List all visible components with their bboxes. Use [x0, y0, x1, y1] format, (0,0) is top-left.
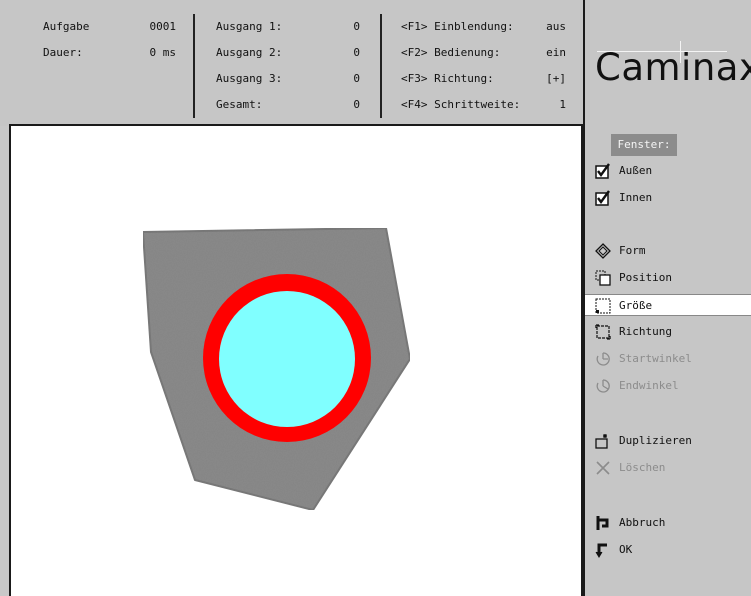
- ausgang1-value: 0: [353, 20, 360, 33]
- end-angle-icon: [596, 379, 610, 393]
- tool-form[interactable]: Form: [585, 240, 751, 262]
- ausgang2-label: Ausgang 2:: [216, 46, 283, 59]
- checkbox-innen[interactable]: Innen: [585, 187, 751, 209]
- abbruch-label: Abbruch: [619, 516, 666, 529]
- logo-panel: Caminax: [583, 0, 751, 126]
- rotate-frame-icon: [595, 324, 611, 340]
- gesamt-label: Gesamt:: [216, 98, 263, 111]
- cancel-return-icon: [596, 516, 609, 530]
- f2-label: <F2> Bedienung:: [401, 46, 501, 59]
- tool-endwinkel[interactable]: Endwinkel: [585, 375, 751, 397]
- ausgang1-label: Ausgang 1:: [216, 20, 283, 33]
- ok-label: OK: [619, 543, 633, 556]
- inspection-image: [142, 227, 411, 511]
- dauer-value: 0 ms: [149, 46, 177, 59]
- f4-value: 1: [559, 98, 566, 111]
- logo-crosshair-vertical: [680, 41, 681, 63]
- startwinkel-label: Startwinkel: [619, 352, 692, 365]
- header-separator-1: [193, 14, 195, 118]
- logo-crosshair-horizontal: [597, 51, 727, 52]
- abbruch-button[interactable]: Abbruch: [585, 512, 751, 534]
- richtung-label: Richtung: [619, 325, 672, 338]
- duplicate-icon: [595, 434, 608, 449]
- tool-startwinkel[interactable]: Startwinkel: [585, 348, 751, 370]
- f2-value: ein: [546, 46, 566, 59]
- loeschen-button[interactable]: Löschen: [585, 457, 751, 479]
- f4-label: <F4> Schrittweite:: [401, 98, 521, 111]
- duplizieren-button[interactable]: Duplizieren: [585, 430, 751, 452]
- aussen-label: Außen: [619, 164, 653, 177]
- delete-x-icon: [596, 461, 610, 475]
- tool-panel: Fenster: Außen Innen Form Position Größe…: [583, 126, 751, 596]
- inspection-image-canvas[interactable]: [9, 126, 583, 596]
- header-separator-2: [380, 14, 382, 118]
- f1-value: aus: [546, 20, 566, 33]
- aufgabe-value: 0001: [149, 20, 177, 33]
- start-angle-icon: [596, 352, 610, 366]
- f3-label: <F3> Richtung:: [401, 72, 494, 85]
- f3-value: [+]: [546, 72, 566, 85]
- tool-richtung[interactable]: Richtung: [585, 321, 751, 343]
- dauer-label: Dauer:: [43, 46, 83, 59]
- form-label: Form: [619, 244, 646, 257]
- groesse-label: Größe: [619, 299, 653, 312]
- duplizieren-label: Duplizieren: [619, 434, 692, 447]
- checkbox-checked-icon: [595, 190, 610, 206]
- aufgabe-label: Aufgabe: [43, 20, 90, 33]
- ok-return-icon: [595, 543, 607, 558]
- tool-position[interactable]: Position: [585, 267, 751, 289]
- move-frame-icon: [595, 270, 611, 286]
- caminax-logo: Caminax: [595, 46, 751, 89]
- checkbox-aussen[interactable]: Außen: [585, 160, 751, 182]
- gesamt-value: 0: [353, 98, 360, 111]
- innen-label: Innen: [619, 191, 653, 204]
- checkbox-checked-icon: [595, 163, 610, 179]
- inner-window-circle[interactable]: [219, 291, 355, 427]
- fenster-header: Fenster:: [611, 134, 677, 156]
- ausgang2-value: 0: [353, 46, 360, 59]
- status-header: Aufgabe 0001 Dauer: 0 ms Ausgang 1: 0 Au…: [0, 0, 583, 126]
- resize-frame-icon: [595, 298, 611, 314]
- ausgang3-label: Ausgang 3:: [216, 72, 283, 85]
- endwinkel-label: Endwinkel: [619, 379, 679, 392]
- ausgang3-value: 0: [353, 72, 360, 85]
- tool-groesse[interactable]: Größe: [585, 294, 751, 316]
- position-label: Position: [619, 271, 672, 284]
- f1-label: <F1> Einblendung:: [401, 20, 514, 33]
- diamond-icon: [595, 243, 611, 259]
- ok-button[interactable]: OK: [585, 539, 751, 561]
- loeschen-label: Löschen: [619, 461, 666, 474]
